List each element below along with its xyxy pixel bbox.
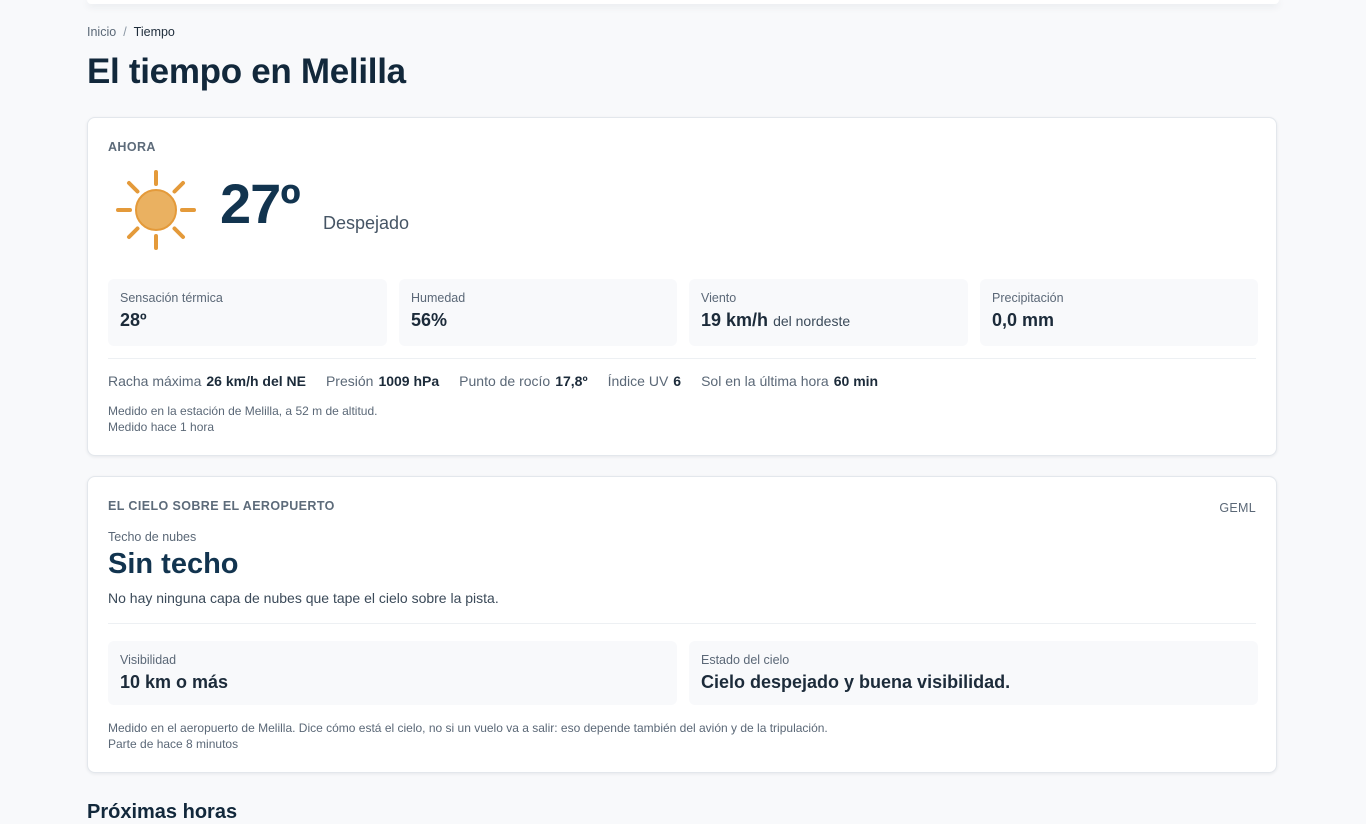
metrics-row: Racha máxima 26 km/h del NE Presión 1009 h… <box>108 373 898 389</box>
measured-time-note: Medido hace 1 hora <box>108 420 215 434</box>
tile-value: 28º <box>120 310 147 330</box>
metric-sunshine: Sol en la última hora 60 min <box>701 373 879 389</box>
airport-note: Medido en el aeropuerto de Melilla. Dice… <box>108 721 828 735</box>
ceiling-label: Techo de nubes <box>108 530 197 544</box>
tile-sky-state: Estado del cielo Cielo despejado y buena… <box>689 641 1258 705</box>
tile-wind: Viento 19 km/h del nordeste <box>689 279 968 346</box>
tile-value: 10 km o más <box>120 672 229 692</box>
next-hours-heading: Próximas horas <box>87 801 238 823</box>
tile-humidity: Humedad 56% <box>399 279 677 346</box>
tile-label: Visibilidad <box>120 653 177 667</box>
tile-precipitation: Precipitación 0,0 mm <box>980 279 1258 346</box>
wind-direction: del nordeste <box>773 313 851 329</box>
ceiling-value: Sin techo <box>108 548 239 580</box>
ceiling-description: No hay ninguna capa de nubes que tape el… <box>108 590 499 606</box>
section-label-sky: EL CIELO SOBRE EL AEROPUERTO <box>108 499 335 513</box>
metric-dew-point: Punto de rocío 17,8º <box>459 373 588 389</box>
top-nav-bar <box>87 0 1279 4</box>
section-label-now: AHORA <box>108 140 156 154</box>
sun-icon <box>112 166 200 254</box>
metric-uv-index: Índice UV 6 <box>607 373 682 389</box>
current-temperature: 27º <box>220 172 301 235</box>
report-time-note: Parte de hace 8 minutos <box>108 737 239 751</box>
tile-feels-like: Sensación térmica 28º <box>108 279 387 346</box>
metric-pressure: Presión 1009 hPa <box>325 373 440 389</box>
tile-visibility: Visibilidad 10 km o más <box>108 641 677 705</box>
divider <box>108 358 1256 359</box>
airport-sky-card: EL CIELO SOBRE EL AEROPUERTO GEML Techo … <box>87 476 1277 773</box>
divider <box>108 623 1256 624</box>
station-code: GEML <box>1219 501 1256 515</box>
tile-label: Precipitación <box>992 291 1064 305</box>
breadcrumb: Inicio / Tiempo <box>87 25 175 39</box>
tile-label: Sensación térmica <box>120 291 223 305</box>
metric-gust: Racha máxima 26 km/h del NE <box>108 373 306 389</box>
tile-label: Estado del cielo <box>701 653 790 667</box>
current-condition: Despejado <box>323 213 410 233</box>
current-weather-card: AHORA 27º Despejado Sensación térmica 28… <box>87 117 1277 456</box>
breadcrumb-current: Tiempo <box>133 25 175 39</box>
tile-value: 0,0 mm <box>992 310 1055 330</box>
tile-label: Viento <box>701 291 737 305</box>
station-note: Medido en la estación de Melilla, a 52 m… <box>108 404 378 418</box>
breadcrumb-home-link[interactable]: Inicio <box>87 25 116 39</box>
page-title: El tiempo en Melilla <box>87 52 406 91</box>
breadcrumb-separator: / <box>123 25 127 39</box>
tile-value: 19 km/h del nordeste <box>701 310 851 330</box>
tile-value: 56% <box>411 310 448 330</box>
tile-label: Humedad <box>411 291 466 305</box>
tile-value: Cielo despejado y buena visibilidad. <box>701 672 1011 692</box>
